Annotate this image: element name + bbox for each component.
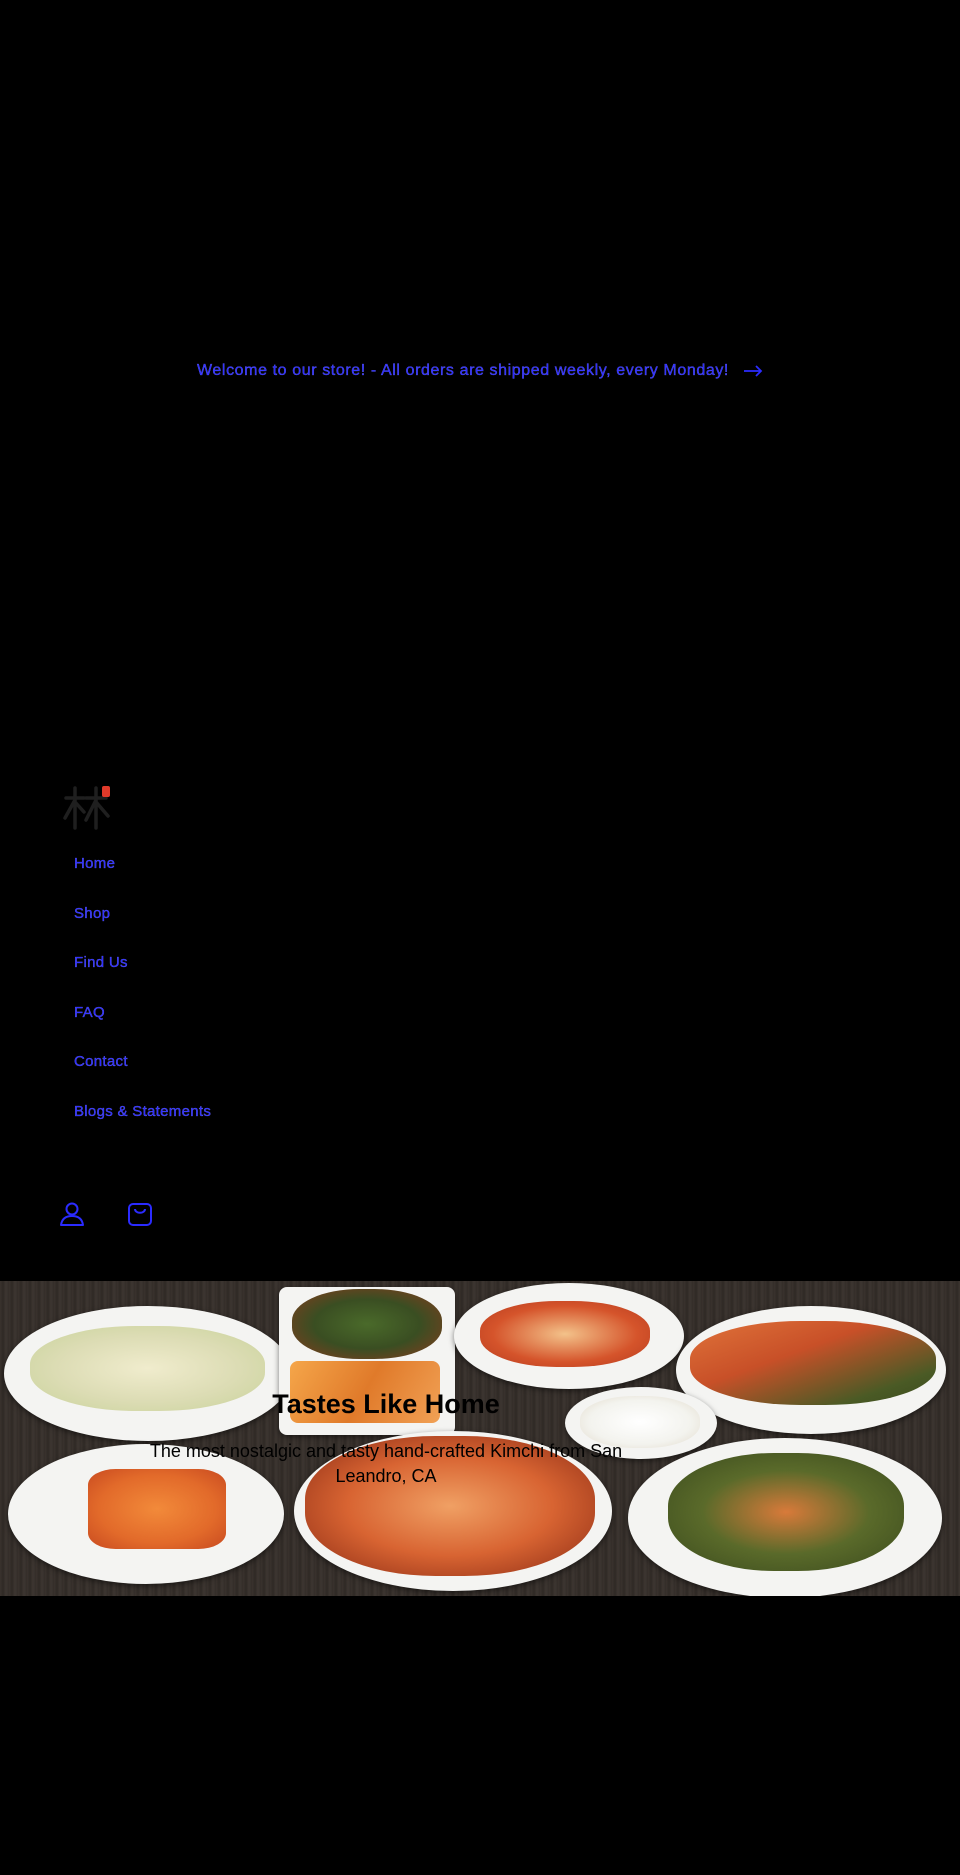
- nav-item-home[interactable]: Home: [74, 855, 115, 872]
- nav-item-faq[interactable]: FAQ: [74, 1003, 105, 1020]
- announcement-text: Welcome to our store! - All orders are s…: [197, 362, 729, 379]
- site-header: Home Shop Find Us FAQ Contact Blogs & St…: [0, 770, 960, 1280]
- announcement-bar: Welcome to our store! - All orders are s…: [0, 0, 960, 742]
- cart-icon: [128, 1203, 152, 1226]
- announcement-link[interactable]: Welcome to our store! - All orders are s…: [197, 362, 763, 380]
- nav-item-find-us[interactable]: Find Us: [74, 954, 128, 971]
- logo-icon: [63, 786, 110, 830]
- hero-banner: Tastes Like Home The most nostalgic and …: [0, 1281, 960, 1596]
- hero-title: Tastes Like Home: [272, 1389, 500, 1419]
- hero-text: Tastes Like Home The most nostalgic and …: [0, 1281, 960, 1596]
- cart-button[interactable]: [126, 1200, 154, 1228]
- header-icons: [58, 1200, 154, 1228]
- account-button[interactable]: [58, 1200, 86, 1228]
- logo[interactable]: [62, 784, 112, 832]
- nav-item-blogs-statements[interactable]: Blogs & Statements: [74, 1102, 211, 1119]
- hero-subtitle: The most nostalgic and tasty hand-crafte…: [149, 1441, 623, 1486]
- nav-item-contact[interactable]: Contact: [74, 1053, 128, 1070]
- nav-item-shop[interactable]: Shop: [74, 904, 110, 921]
- arrow-right-icon: [743, 365, 763, 377]
- main-nav: Home Shop Find Us FAQ Contact Blogs & St…: [74, 855, 211, 1152]
- account-icon: [60, 1202, 84, 1226]
